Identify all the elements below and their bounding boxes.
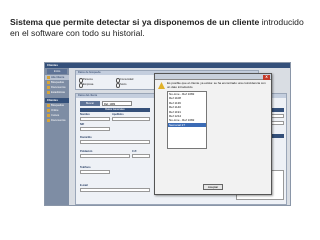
search-button[interactable]: Buscar — [80, 101, 100, 106]
label-email: E-mail — [80, 184, 88, 187]
dialog-title-bar: X — [155, 74, 271, 80]
nif-field[interactable] — [80, 127, 110, 131]
cp-field[interactable] — [132, 154, 150, 158]
poblacion-field[interactable] — [80, 154, 130, 158]
option-empresa[interactable]: Empresa — [79, 83, 93, 88]
sidebar-item-documentos-2[interactable]: Documentos — [45, 118, 69, 123]
label-apellidos: Apellidos — [112, 113, 124, 116]
domicilio-field[interactable] — [80, 140, 150, 144]
dialog-message: Es posible que el cliente ya exista: se … — [167, 81, 266, 89]
sidebar: Clientes Inicio Alta Cliente Búsquedas D… — [45, 63, 69, 205]
search-input[interactable]: Ref. 1082 — [102, 101, 132, 106]
caption-bold-text: Sistema que permite detectar si ya dispo… — [10, 17, 260, 27]
sidebar-header: Clientes — [45, 63, 69, 68]
sidebar-home-button[interactable]: Inicio — [47, 69, 67, 74]
option-persona[interactable]: Persona — [79, 78, 93, 83]
label-poblacion: Población — [80, 150, 93, 153]
label-nif: NIF — [80, 123, 85, 126]
label-domicilio: Domicilio — [80, 136, 92, 139]
match-results-list: Nu-Line - Ref 1082 Ref 1108 Ref 1136 Ref… — [167, 91, 207, 149]
close-icon[interactable]: X — [263, 74, 270, 80]
slide-caption: Sistema que permite detectar si ya dispo… — [10, 17, 310, 39]
app-top-bar — [69, 63, 290, 68]
label-cp: C.P. — [132, 150, 137, 153]
nombre-field[interactable] — [80, 117, 110, 121]
apellidos-field[interactable] — [112, 117, 150, 121]
sidebar-item-estadisticas[interactable]: Estadísticas — [45, 90, 69, 95]
duplicate-client-dialog: X Es posible que el cliente ya exista: s… — [154, 73, 272, 195]
label-telefono: Teléfono — [80, 166, 91, 169]
telefono-field[interactable] — [80, 170, 110, 174]
email-field[interactable] — [80, 188, 150, 192]
option-comunidad[interactable]: Comunidad — [116, 78, 133, 83]
label-nombre: Nombre — [80, 113, 90, 116]
warning-icon — [158, 82, 165, 89]
section-datos-generales: Datos Generales — [80, 108, 150, 112]
app-screenshot: Clientes Inicio Alta Cliente Búsquedas D… — [44, 62, 291, 206]
ok-button[interactable]: Aceptar — [203, 184, 223, 190]
result-item-selected[interactable]: Semanal 27 — [168, 122, 206, 128]
option-socio[interactable]: Socio — [116, 83, 127, 88]
